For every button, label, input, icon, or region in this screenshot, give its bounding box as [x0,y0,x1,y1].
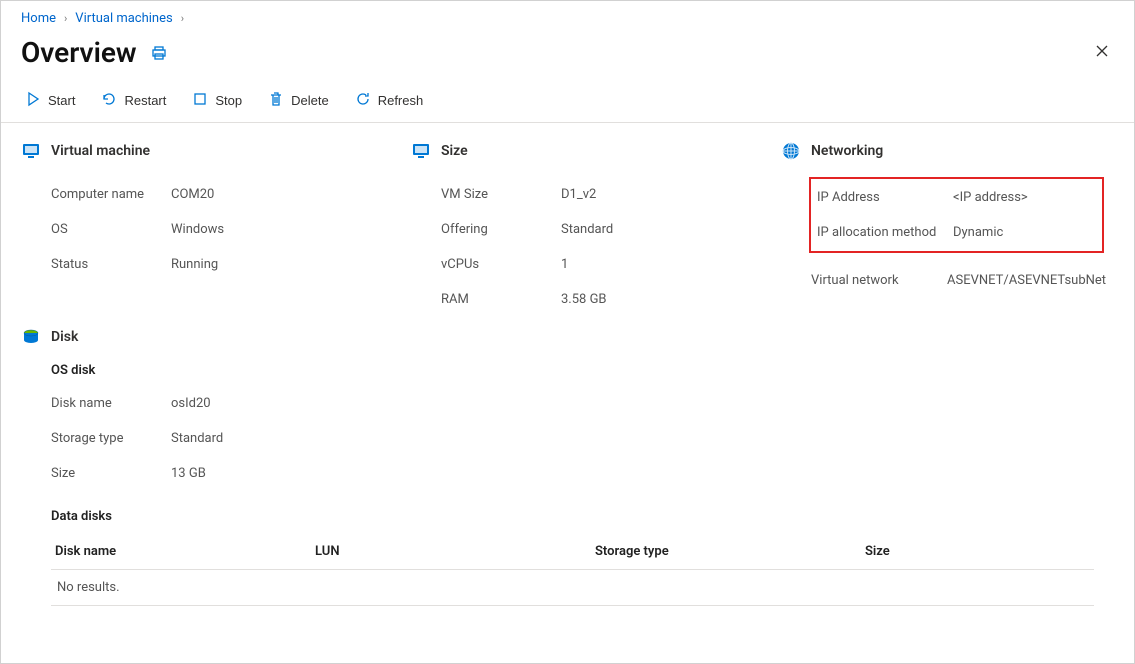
ip-address-value: <IP address> [953,190,1028,205]
os-label: OS [51,222,171,237]
ram-row: RAM 3.58 GB [411,282,771,317]
vcpus-value: 1 [561,257,568,272]
chevron-right-icon: › [181,12,184,25]
disk-size-label: Size [51,466,171,481]
monitor-icon [411,141,431,161]
ram-label: RAM [441,292,561,307]
vm-status-row: Status Running [21,247,401,282]
os-value: Windows [171,222,224,237]
ip-allocation-label: IP allocation method [817,225,953,240]
refresh-icon [355,91,371,110]
disk-size-value: 13 GB [171,466,206,481]
vm-section: Virtual machine Computer name COM20 OS W… [21,141,401,317]
networking-section: Networking IP Address <IP address> IP al… [781,141,1114,317]
no-results-row: No results. [51,570,1094,606]
virtual-network-row: Virtual network ASEVNET/ASEVNETsubNet [781,263,1114,298]
monitor-icon [21,141,41,161]
virtual-network-value: ASEVNET/ASEVNETsubNet [947,273,1106,288]
ip-allocation-row: IP allocation method Dynamic [817,215,1096,250]
status-value: Running [171,257,218,272]
breadcrumb-virtual-machines[interactable]: Virtual machines [75,11,172,26]
stop-label: Stop [215,93,242,108]
globe-icon [781,141,801,161]
vm-section-title: Virtual machine [51,143,150,159]
ip-address-label: IP Address [817,190,953,205]
computer-name-value: COM20 [171,187,214,202]
stop-button[interactable]: Stop [188,89,246,112]
close-button[interactable] [1090,39,1114,67]
virtual-network-label: Virtual network [811,273,947,288]
delete-button[interactable]: Delete [264,89,333,112]
vm-size-value: D1_v2 [561,187,596,202]
toolbar: Start Restart Stop Delete Refresh [1,79,1134,123]
ram-value: 3.58 GB [561,292,607,307]
table-header-row: Disk name LUN Storage type Size [51,534,1094,570]
storage-type-row: Storage type Standard [21,421,1114,456]
play-icon [25,91,41,110]
page-title: Overview [21,36,137,69]
networking-highlight-box: IP Address <IP address> IP allocation me… [809,177,1104,253]
size-section: Size VM Size D1_v2 Offering Standard vCP… [411,141,771,317]
offering-value: Standard [561,222,613,237]
vm-os-row: OS Windows [21,212,401,247]
trash-icon [268,91,284,110]
storage-type-label: Storage type [51,431,171,446]
computer-name-label: Computer name [51,187,171,202]
disk-name-value: osId20 [171,396,211,411]
chevron-right-icon: › [64,12,67,25]
print-icon[interactable] [151,45,167,61]
breadcrumb: Home › Virtual machines › [1,1,1134,32]
col-size: Size [865,544,1090,559]
size-section-title: Size [441,143,468,159]
vm-computer-name-row: Computer name COM20 [21,177,401,212]
vcpus-label: vCPUs [441,257,561,272]
disk-size-row: Size 13 GB [21,456,1114,491]
offering-label: Offering [441,222,561,237]
data-disks-table: Disk name LUN Storage type Size No resul… [51,534,1094,606]
col-lun: LUN [315,544,595,559]
disk-name-label: Disk name [51,396,171,411]
start-button[interactable]: Start [21,89,79,112]
col-storage-type: Storage type [595,544,865,559]
disk-section: Disk OS disk Disk name osId20 Storage ty… [1,317,1134,606]
ip-address-row: IP Address <IP address> [817,180,1096,215]
data-disks-subtitle: Data disks [51,509,1114,524]
col-disk-name: Disk name [55,544,315,559]
disk-section-title: Disk [51,329,78,345]
delete-label: Delete [291,93,329,108]
vm-size-row: VM Size D1_v2 [411,177,771,212]
stop-icon [192,91,208,110]
disk-icon [21,327,41,347]
vcpus-row: vCPUs 1 [411,247,771,282]
restart-icon [101,91,117,110]
offering-row: Offering Standard [411,212,771,247]
restart-label: Restart [124,93,166,108]
page-header: Overview [1,32,1134,79]
refresh-button[interactable]: Refresh [351,89,428,112]
disk-name-row: Disk name osId20 [21,386,1114,421]
refresh-label: Refresh [378,93,424,108]
ip-allocation-value: Dynamic [953,225,1003,240]
restart-button[interactable]: Restart [97,89,170,112]
status-label: Status [51,257,171,272]
breadcrumb-home[interactable]: Home [21,11,56,26]
networking-section-title: Networking [811,143,883,159]
start-label: Start [48,93,75,108]
os-disk-subtitle: OS disk [51,363,1114,378]
vm-size-label: VM Size [441,187,561,202]
storage-type-value: Standard [171,431,223,446]
